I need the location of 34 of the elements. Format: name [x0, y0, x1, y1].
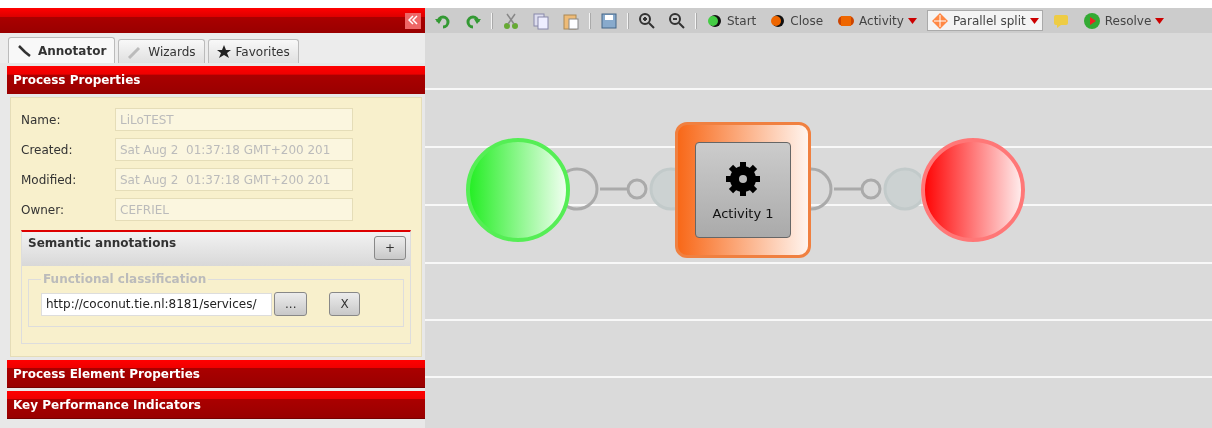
star-icon: [216, 44, 231, 59]
section-header[interactable]: Process Properties: [7, 66, 425, 94]
field-label: Created:: [21, 142, 74, 157]
field-label: Name:: [21, 112, 62, 127]
capsule-icon: [837, 13, 856, 28]
dropdown-arrow-icon: [907, 17, 917, 24]
section-header[interactable]: Process Element Properties: [7, 360, 425, 388]
toolbar-button[interactable]: Start: [703, 10, 761, 31]
panel-title: Semantic annotations: [28, 236, 177, 250]
remove-button[interactable]: X: [329, 292, 360, 316]
toolbar-button[interactable]: Activity: [833, 10, 921, 31]
activity-node[interactable]: Activity 1: [675, 122, 811, 258]
sidebar-tab[interactable]: Annotator: [8, 37, 116, 63]
start-event-icon: [707, 12, 723, 29]
end-event-icon: [770, 12, 787, 29]
diamond-icon: [930, 11, 949, 30]
activity-label: Activity 1: [712, 205, 774, 221]
group-label: Functional classification: [42, 272, 208, 286]
play-circle-icon: [1082, 11, 1101, 30]
browse-button[interactable]: ...: [274, 292, 308, 316]
section-header[interactable]: Key Performance Indicators: [7, 391, 425, 419]
dropdown-arrow-icon: [1155, 17, 1165, 24]
toolbar-button[interactable]: Parallel split: [926, 10, 1043, 31]
toolbar-button[interactable]: Close: [766, 10, 828, 31]
add-button[interactable]: +: [373, 236, 406, 260]
dropdown-arrow-icon: [1029, 17, 1039, 24]
url-field[interactable]: http://coconut.tie.nl:8181/services/: [41, 292, 272, 316]
gear-icon: [724, 159, 762, 198]
field-label: Owner:: [21, 202, 65, 217]
field-label: Modified:: [21, 172, 78, 187]
toolbar-button[interactable]: Resolve: [1078, 10, 1169, 31]
sidebar-tab[interactable]: Wizards: [118, 39, 205, 63]
sidebar-tab[interactable]: Favorites: [207, 39, 299, 63]
collapse-button[interactable]: [405, 12, 421, 29]
